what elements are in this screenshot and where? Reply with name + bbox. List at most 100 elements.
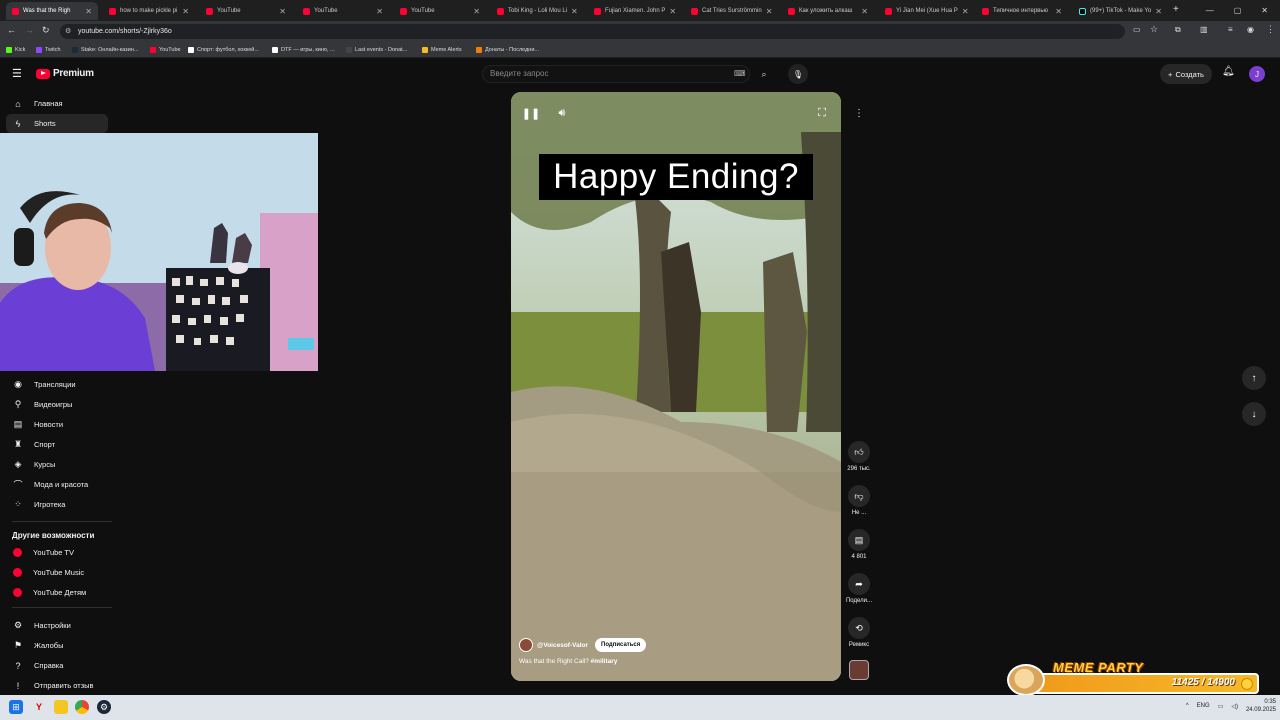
sidebar-item[interactable]: YouTube Music — [6, 563, 108, 582]
reload-icon[interactable]: ↻ — [42, 25, 50, 36]
channel-avatar[interactable] — [519, 638, 533, 652]
windows-start-icon[interactable]: ⊞ — [9, 700, 23, 714]
browser-tab[interactable]: Типичное интервью ✕ — [976, 2, 1068, 20]
hamburger-menu-icon[interactable]: ☰ — [12, 67, 22, 80]
bookmark-item[interactable]: Stake: Онлайн-казин... — [72, 44, 138, 56]
sidebar-item[interactable]: ⚙ Настройки — [6, 616, 108, 635]
notifications-bell-icon[interactable]: 🔔︎ — [1222, 66, 1235, 77]
remix-button[interactable]: ⟲ — [848, 617, 870, 639]
next-short-button[interactable]: ↓ — [1242, 402, 1266, 426]
browser-menu-icon[interactable]: ⋮ — [1266, 24, 1275, 35]
sidebar-item[interactable]: YouTube TV — [6, 543, 108, 562]
file-explorer-icon[interactable] — [54, 700, 68, 714]
steam-icon[interactable]: ⚙ — [97, 700, 111, 714]
minimize-icon[interactable]: — — [1206, 6, 1214, 15]
sidebar-item[interactable]: ⌂ Главная — [6, 94, 108, 113]
clock[interactable]: 0:35 24.09.2025 — [1246, 698, 1276, 714]
bookmark-item[interactable]: Last events - Donat... — [346, 44, 407, 56]
sidebar-item[interactable]: YouTube Детям — [6, 583, 108, 602]
sidepanel-icon[interactable]: ▥ — [1200, 25, 1208, 34]
sound-thumbnail[interactable] — [849, 660, 869, 680]
close-tab-icon[interactable]: ✕ — [376, 7, 383, 16]
browser-tab[interactable]: YouTube ✕ — [394, 2, 486, 20]
cast-icon[interactable]: ▭ — [1133, 25, 1141, 34]
close-tab-icon[interactable]: ✕ — [473, 7, 480, 16]
search-button[interactable]: ⌕ — [752, 65, 776, 83]
browser-tab[interactable]: Fujian Xiamen. John P ✕ — [588, 2, 680, 20]
close-tab-icon[interactable]: ✕ — [279, 7, 286, 16]
close-window-icon[interactable]: ✕ — [1261, 6, 1268, 15]
address-bar[interactable]: ⚙ youtube.com/shorts/-Zjlrky36o — [60, 24, 1125, 39]
close-tab-icon[interactable]: ✕ — [1155, 7, 1162, 16]
bookmark-item[interactable]: Спорт: футбол, хоккей... — [188, 44, 259, 56]
back-icon[interactable]: ← — [7, 25, 16, 35]
keyboard-icon[interactable]: ⌨ — [734, 69, 746, 78]
bookmark-item[interactable]: Twitch — [36, 44, 61, 56]
extensions-icon[interactable]: ⧉ — [1175, 25, 1181, 35]
close-tab-icon[interactable]: ✕ — [1055, 7, 1062, 16]
browser-tab[interactable]: Cat Tries Surströmmin ✕ — [685, 2, 777, 20]
site-info-icon[interactable]: ⚙ — [65, 24, 71, 39]
sidebar-item[interactable]: ▤ Новости — [6, 415, 108, 434]
new-tab-button[interactable]: + — [1173, 4, 1179, 15]
sidebar-item[interactable]: ϟ Shorts — [6, 114, 108, 133]
close-tab-icon[interactable]: ✕ — [766, 7, 773, 16]
close-tab-icon[interactable]: ✕ — [85, 7, 92, 16]
sidebar-item[interactable]: ? Справка — [6, 656, 108, 675]
fullscreen-icon[interactable]: ⛶ — [813, 104, 831, 122]
voice-search-button[interactable]: 🎙 — [788, 64, 808, 84]
yandex-browser-icon[interactable]: Y — [32, 700, 46, 714]
account-avatar[interactable]: J — [1249, 66, 1265, 82]
channel-name[interactable]: @Voicesof-Valor — [537, 642, 588, 649]
comments-button[interactable]: ▤ — [848, 529, 870, 551]
browser-tab[interactable]: (99+) TikTok - Make Yo ✕ — [1073, 2, 1165, 20]
sidebar-item[interactable]: ⁘ Игротека — [6, 495, 108, 514]
profile-icon[interactable]: ◉ — [1247, 25, 1254, 34]
close-tab-icon[interactable]: ✕ — [669, 7, 676, 16]
browser-tab[interactable]: how to make pickle pi ✕ — [103, 2, 195, 20]
media-icon[interactable]: ≡ — [1228, 25, 1233, 34]
sidebar-item[interactable]: ⚲ Видеоигры — [6, 395, 108, 414]
like-button[interactable]: 👍︎ — [848, 441, 870, 463]
youtube-logo[interactable]: Premium — [36, 68, 94, 79]
network-icon[interactable]: ▭ — [1218, 703, 1224, 710]
browser-tab[interactable]: Как уложить алкаш ✕ — [782, 2, 874, 20]
chrome-icon[interactable] — [75, 700, 89, 714]
browser-tab[interactable]: Was that the Righ ✕ — [6, 2, 98, 20]
maximize-icon[interactable]: ▢ — [1234, 6, 1242, 15]
bookmark-item[interactable]: Meme Alerts — [422, 44, 462, 56]
forward-icon[interactable]: → — [25, 25, 34, 35]
bookmark-item[interactable]: Донаты - Последни... — [476, 44, 539, 56]
browser-tab[interactable]: Yi Jian Mei (Xue Hua P ✕ — [879, 2, 971, 20]
language-indicator[interactable]: ENG — [1197, 703, 1210, 709]
share-button[interactable]: ➦ — [848, 573, 870, 595]
shorts-player[interactable]: Happy Ending? ❚❚ 🔊︎ ⛶ @Voicesof-Valor По… — [511, 92, 841, 681]
bookmark-item[interactable]: DTF — игры, кино, ... — [272, 44, 335, 56]
browser-tab[interactable]: YouTube ✕ — [297, 2, 389, 20]
browser-tab[interactable]: Tobi King - Loli Mou Li ✕ — [491, 2, 583, 20]
close-tab-icon[interactable]: ✕ — [962, 7, 969, 16]
subscribe-button[interactable]: Подписаться — [595, 638, 647, 652]
create-button[interactable]: + Создать — [1160, 64, 1212, 84]
dislike-button[interactable]: 👎︎ — [848, 485, 870, 507]
bookmark-item[interactable]: Kick — [6, 44, 25, 56]
volume-icon[interactable]: 🔊︎ — [553, 104, 571, 122]
more-options-icon[interactable]: ⋮ — [850, 104, 868, 122]
hashtag-link[interactable]: #military — [591, 658, 618, 665]
pause-icon[interactable]: ❚❚ — [522, 104, 540, 122]
close-tab-icon[interactable]: ✕ — [861, 7, 868, 16]
previous-short-button[interactable]: ↑ — [1242, 366, 1266, 390]
sidebar-item[interactable]: ⚑ Жалобы — [6, 636, 108, 655]
sidebar-item[interactable]: ♜ Спорт — [6, 435, 108, 454]
bookmark-item[interactable]: YouTube — [150, 44, 181, 56]
sidebar-item[interactable]: ⌒ Мода и красота — [6, 475, 108, 494]
close-tab-icon[interactable]: ✕ — [571, 7, 578, 16]
tray-overflow-icon[interactable]: ^ — [1186, 703, 1189, 709]
sidebar-item[interactable]: ! Отправить отзыв — [6, 676, 108, 695]
close-tab-icon[interactable]: ✕ — [182, 7, 189, 16]
sidebar-item[interactable]: ◉ Трансляции — [6, 375, 108, 394]
search-input[interactable]: Введите запрос — [482, 65, 750, 83]
browser-tab[interactable]: YouTube ✕ — [200, 2, 292, 20]
volume-tray-icon[interactable]: ◁) — [1231, 703, 1238, 710]
bookmark-star-icon[interactable]: ☆ — [1150, 24, 1158, 35]
